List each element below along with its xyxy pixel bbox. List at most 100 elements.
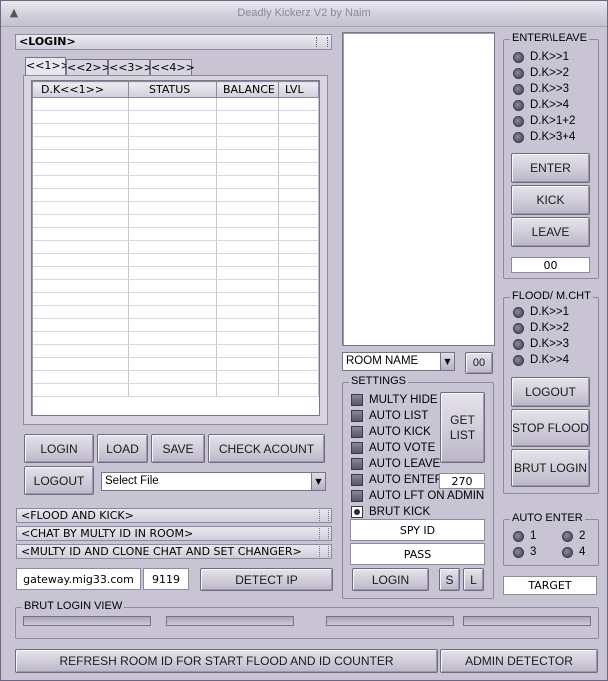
table-cell[interactable] [216,188,279,202]
load-button[interactable]: LOAD [97,434,148,463]
checkbox-icon[interactable] [351,426,363,438]
table-cell[interactable] [32,175,129,189]
auto-enter-value-field[interactable]: 270 [439,473,485,489]
table-row[interactable] [32,266,319,280]
admin-detector-button[interactable]: ADMIN DETECTOR [440,649,598,673]
table-cell[interactable] [278,292,319,306]
stop-flood-button[interactable]: STOP FLOOD [511,409,590,447]
flood-option[interactable]: D.K>>4 [513,354,569,366]
table-cell[interactable] [128,97,217,111]
radio-button-icon[interactable] [562,530,573,542]
radio-button-icon[interactable] [513,51,524,63]
table-cell[interactable] [216,136,279,150]
get-list-button[interactable]: GET LIST [440,392,485,463]
brut-login-button[interactable]: BRUT LOGIN [511,449,590,487]
radio-button-icon[interactable] [562,546,573,558]
table-row[interactable] [32,344,319,358]
table-cell[interactable] [128,149,217,163]
table-row[interactable] [32,370,319,384]
table-row[interactable] [32,227,319,241]
table-cell[interactable] [32,162,129,176]
radio-button-icon[interactable] [513,530,524,542]
auto-enter-option-1[interactable]: 1 [513,530,536,542]
table-cell[interactable] [216,357,279,371]
checkbox-icon[interactable] [351,394,363,406]
column-header-lvl[interactable]: LVL [278,81,319,98]
flood-option[interactable]: D.K>>2 [513,322,569,334]
table-cell[interactable] [128,175,217,189]
table-cell[interactable] [128,305,217,319]
table-cell[interactable] [278,253,319,267]
section-flood-and-kick[interactable]: <FLOOD AND KICK> [16,508,332,523]
table-cell[interactable] [216,253,279,267]
table-cell[interactable] [128,227,217,241]
table-cell[interactable] [128,292,217,306]
s-button[interactable]: S [439,568,460,591]
flood-option[interactable]: D.K>>1 [513,306,569,318]
table-cell[interactable] [32,331,129,345]
table-cell[interactable] [278,383,319,397]
table-cell[interactable] [128,344,217,358]
tab-4[interactable]: <<4>> [150,59,195,76]
checkbox-icon[interactable] [351,442,363,454]
auto-enter-option-3[interactable]: 3 [513,546,536,558]
enter-button[interactable]: ENTER [511,153,590,183]
table-row[interactable] [32,214,319,228]
table-row[interactable] [32,253,319,267]
radio-button-icon[interactable] [513,99,524,111]
room-output-area[interactable] [342,32,495,346]
table-cell[interactable] [216,331,279,345]
checkbox-icon[interactable] [351,490,363,502]
chevron-down-icon[interactable]: ▼ [440,353,454,370]
table-cell[interactable] [32,149,129,163]
table-cell[interactable] [216,149,279,163]
table-cell[interactable] [278,188,319,202]
table-cell[interactable] [128,201,217,215]
check-account-button[interactable]: CHECK ACOUNT [208,434,325,463]
table-row[interactable] [32,175,319,189]
table-row[interactable] [32,97,319,111]
table-cell[interactable] [278,305,319,319]
table-cell[interactable] [32,318,129,332]
table-row[interactable] [32,240,319,254]
table-cell[interactable] [216,344,279,358]
table-cell[interactable] [216,97,279,111]
radio-button-icon[interactable] [513,338,524,350]
save-button[interactable]: SAVE [151,434,205,463]
tab-3[interactable]: <<3>> [108,59,153,76]
enter-leave-option[interactable]: D.K>3+4 [513,131,575,143]
section-chat-by-multy-id[interactable]: <CHAT BY MULTY ID IN ROOM> [16,526,332,541]
table-cell[interactable] [216,318,279,332]
detect-ip-button[interactable]: DETECT IP [200,568,333,591]
table-row[interactable] [32,162,319,176]
table-cell[interactable] [32,266,129,280]
accounts-table[interactable]: D.K<<1>> STATUS BALANCE LVL [31,80,320,416]
table-row[interactable] [32,357,319,371]
table-row[interactable] [32,149,319,163]
leave-button[interactable]: LEAVE [511,217,590,247]
table-row[interactable] [32,110,319,124]
section-multy-id-clone-chat[interactable]: <MULTY ID AND CLONE CHAT AND SET CHANGER… [16,544,332,559]
chevron-down-icon[interactable]: ▼ [311,473,325,490]
table-row[interactable] [32,383,319,397]
table-cell[interactable] [216,201,279,215]
checkbox-icon[interactable] [351,474,363,486]
table-cell[interactable] [278,136,319,150]
table-cell[interactable] [128,370,217,384]
radio-button-icon[interactable] [513,67,524,79]
table-row[interactable] [32,136,319,150]
table-row[interactable] [32,331,319,345]
table-cell[interactable] [32,357,129,371]
column-header-balance[interactable]: BALANCE [216,81,279,98]
target-field[interactable]: TARGET [503,576,597,595]
checkbox-icon[interactable] [351,458,363,470]
table-cell[interactable] [32,305,129,319]
settings-option[interactable]: MULTY HIDE [351,394,438,406]
l-button[interactable]: L [463,568,484,591]
table-cell[interactable] [128,266,217,280]
file-select[interactable]: Select File ▼ [101,472,326,491]
flood-logout-button[interactable]: LOGOUT [511,377,590,407]
radio-button-icon[interactable] [513,131,524,143]
table-row[interactable] [32,279,319,293]
table-cell[interactable] [278,175,319,189]
